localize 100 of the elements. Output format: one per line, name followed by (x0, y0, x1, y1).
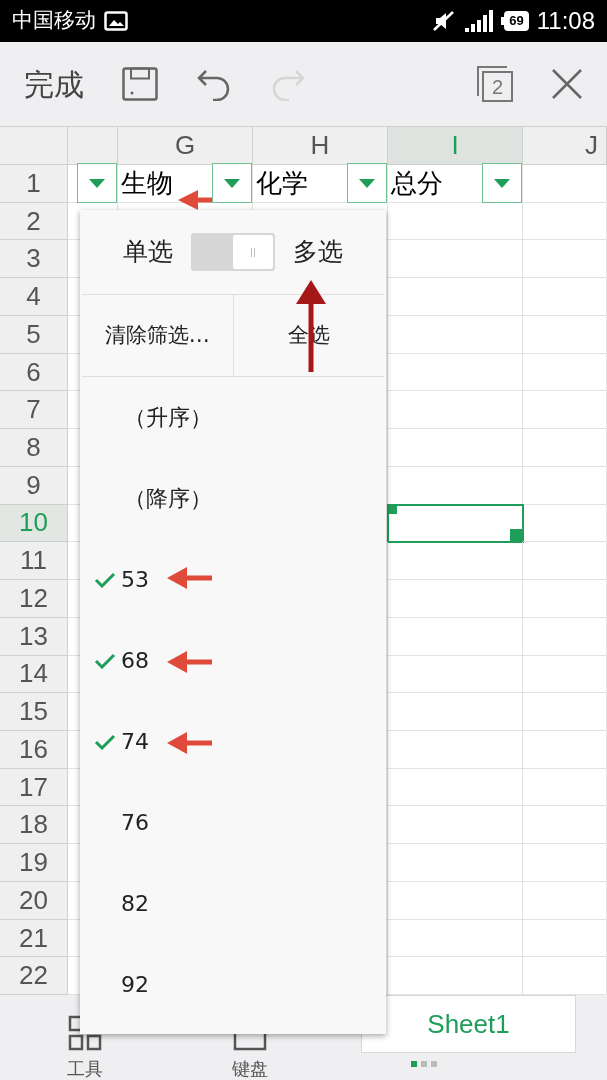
table-cell[interactable] (523, 278, 607, 316)
table-cell[interactable] (388, 353, 523, 392)
table-cell[interactable] (523, 165, 607, 203)
table-cell[interactable] (388, 919, 523, 958)
row-header[interactable]: 21 (0, 919, 68, 958)
column-header[interactable]: J (523, 127, 607, 165)
table-cell[interactable] (523, 806, 607, 845)
filter-list-item[interactable]: 74 (80, 701, 386, 782)
mode-switch[interactable] (191, 233, 275, 271)
table-cell[interactable] (388, 240, 523, 279)
table-cell[interactable] (523, 881, 607, 920)
row-header[interactable]: 9 (0, 466, 68, 505)
signal-icon (465, 10, 494, 32)
row-header[interactable]: 7 (0, 391, 68, 430)
carrier-name: 中国移动 (12, 7, 96, 35)
row-header[interactable]: 22 (0, 957, 68, 995)
table-cell[interactable] (523, 844, 607, 882)
row-header[interactable]: 8 (0, 429, 68, 467)
table-cell[interactable] (388, 278, 523, 316)
table-cell[interactable] (523, 693, 607, 731)
table-cell[interactable] (523, 504, 607, 543)
table-cell[interactable] (388, 693, 523, 731)
row-header[interactable]: 3 (0, 240, 68, 279)
caret-down-icon (359, 178, 375, 188)
caret-down-icon (494, 178, 510, 188)
table-cell[interactable] (523, 731, 607, 769)
column-header[interactable]: G (118, 127, 253, 165)
table-cell[interactable] (388, 391, 523, 430)
table-cell[interactable] (388, 617, 523, 656)
filter-list-item[interactable]: 76 (80, 782, 386, 863)
row-header[interactable]: 2 (0, 202, 68, 241)
table-cell[interactable] (388, 844, 523, 882)
multi-select-label: 多选 (293, 236, 343, 269)
table-cell[interactable] (388, 315, 523, 354)
row-header[interactable]: 11 (0, 542, 68, 581)
table-cell[interactable] (388, 768, 523, 807)
table-cell[interactable] (388, 580, 523, 618)
table-cell[interactable] (523, 353, 607, 392)
table-cell[interactable] (388, 881, 523, 920)
filter-dropdown-button[interactable] (77, 163, 117, 204)
grid-icon (68, 1015, 102, 1051)
table-cell[interactable] (388, 202, 523, 241)
filter-list-item[interactable]: （升序） (80, 377, 386, 458)
selection-handle[interactable] (388, 504, 397, 514)
row-header[interactable]: 1 (0, 165, 68, 203)
table-cell[interactable] (388, 731, 523, 769)
row-header[interactable]: 20 (0, 881, 68, 920)
column-header[interactable] (68, 127, 118, 165)
row-header[interactable]: 16 (0, 731, 68, 769)
table-cell[interactable] (523, 391, 607, 430)
selection-handle[interactable] (510, 529, 522, 542)
done-button[interactable]: 完成 (24, 61, 84, 107)
redo-icon[interactable] (270, 67, 306, 101)
filter-list-item[interactable]: 82 (80, 863, 386, 944)
clock-time: 11:08 (536, 6, 595, 36)
table-cell[interactable]: 化学 (253, 165, 388, 203)
caret-down-icon (89, 178, 105, 188)
table-cell[interactable] (523, 542, 607, 581)
filter-list-item[interactable]: 53 (80, 539, 386, 620)
table-cell[interactable] (523, 617, 607, 656)
table-cell[interactable] (523, 240, 607, 279)
table-cell[interactable] (388, 429, 523, 467)
table-cell[interactable] (388, 542, 523, 581)
row-header[interactable]: 19 (0, 844, 68, 882)
table-cell[interactable] (523, 429, 607, 467)
table-cell[interactable] (523, 655, 607, 694)
row-header[interactable]: 13 (0, 617, 68, 656)
filter-action-button[interactable]: 清除筛选… (82, 295, 234, 376)
filter-dropdown-button[interactable] (212, 163, 252, 204)
filter-dropdown-button[interactable] (347, 163, 387, 204)
row-header[interactable]: 15 (0, 693, 68, 731)
table-cell[interactable] (388, 806, 523, 845)
table-cell[interactable] (523, 580, 607, 618)
table-cell[interactable] (523, 919, 607, 958)
table-cell[interactable] (388, 504, 523, 543)
row-header[interactable]: 17 (0, 768, 68, 807)
row-header[interactable]: 5 (0, 315, 68, 354)
table-cell[interactable] (523, 315, 607, 354)
sheet-tab[interactable]: Sheet1 (361, 995, 576, 1053)
row-header[interactable]: 12 (0, 580, 68, 618)
table-cell[interactable]: 生物 (118, 165, 253, 203)
filter-list-item[interactable]: （降序） (80, 458, 386, 539)
arrow-annotation (167, 651, 212, 673)
filter-dropdown-button[interactable] (482, 163, 522, 204)
table-cell[interactable] (388, 655, 523, 694)
table-cell[interactable] (523, 768, 607, 807)
close-icon[interactable] (551, 68, 583, 100)
table-cell[interactable] (523, 466, 607, 505)
filter-list-item[interactable]: 68 (80, 620, 386, 701)
arrow-annotation (167, 567, 212, 589)
undo-icon[interactable] (196, 67, 232, 101)
row-header[interactable]: 4 (0, 278, 68, 316)
column-header[interactable]: H (253, 127, 388, 165)
table-cell[interactable]: 总分 (388, 165, 523, 203)
table-cell[interactable] (68, 165, 118, 203)
row-header[interactable]: 6 (0, 353, 68, 392)
row-header[interactable]: 18 (0, 806, 68, 845)
table-cell[interactable] (523, 202, 607, 241)
save-icon[interactable] (122, 67, 158, 101)
row-header[interactable]: 14 (0, 655, 68, 694)
